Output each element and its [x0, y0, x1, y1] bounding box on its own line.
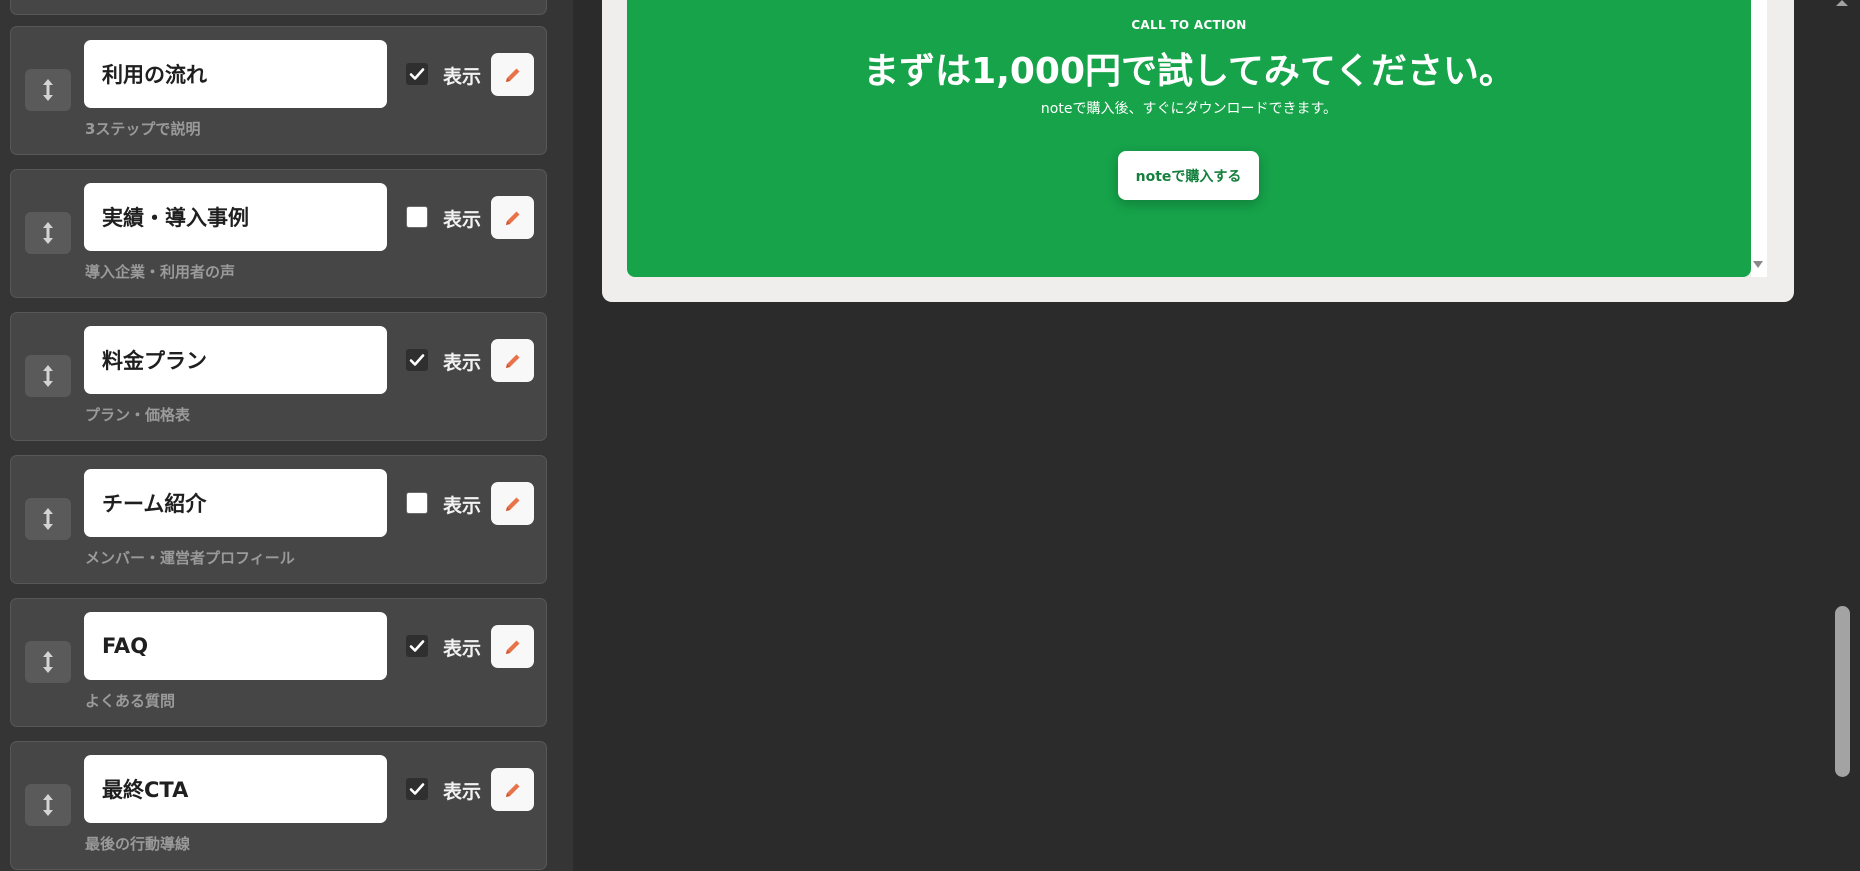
visibility-checkbox[interactable] [406, 492, 428, 514]
section-description: プラン・価格表 [85, 406, 191, 424]
edit-section-button[interactable] [491, 196, 534, 239]
visibility-checkbox[interactable] [406, 206, 428, 228]
buy-on-note-button[interactable]: noteで購入する [1118, 151, 1259, 200]
section-card: 導入企業・利用者の声 表示 [10, 169, 547, 298]
visibility-label: 表示 [443, 638, 482, 660]
edit-section-button[interactable] [491, 339, 534, 382]
section-card: よくある質問 表示 [10, 598, 547, 727]
pencil-icon [505, 354, 519, 368]
visibility-label: 表示 [443, 352, 482, 374]
section-name-input[interactable] [84, 612, 387, 680]
checkmark-icon [409, 68, 425, 80]
section-description: メンバー・運営者プロフィール [85, 549, 295, 567]
section-description: 3ステップで説明 [85, 120, 201, 138]
visibility-checkbox[interactable] [406, 349, 428, 371]
checkmark-icon [409, 354, 425, 366]
drag-handle-icon[interactable] [25, 355, 71, 397]
pencil-icon [505, 68, 519, 82]
checkmark-icon [409, 783, 425, 795]
section-name-input[interactable] [84, 183, 387, 251]
cta-section-preview: CALL TO ACTION まずは1,000円で試してみてください。 note… [627, 0, 1751, 277]
cta-subtext: noteで購入後、すぐにダウンロードできます。 [1040, 101, 1338, 117]
section-card-previous [10, 0, 547, 15]
drag-handle-icon[interactable] [25, 69, 71, 111]
edit-section-button[interactable] [491, 625, 534, 668]
section-card: メンバー・運営者プロフィール 表示 [10, 455, 547, 584]
visibility-checkbox[interactable] [406, 635, 428, 657]
drag-handle-icon[interactable] [25, 212, 71, 254]
cta-eyebrow: CALL TO ACTION [1131, 18, 1247, 32]
pencil-icon [505, 640, 519, 654]
section-name-input[interactable] [84, 755, 387, 823]
edit-section-button[interactable] [491, 768, 534, 811]
pencil-icon [505, 211, 519, 225]
section-card: 最後の行動導線 表示 [10, 741, 547, 870]
section-card: 3ステップで説明 表示 [10, 26, 547, 155]
visibility-label: 表示 [443, 66, 482, 88]
section-sidebar: 3ステップで説明 表示 導入企業・利用者の声 表示 プラン・価格表 表示 [0, 0, 573, 871]
section-name-input[interactable] [84, 326, 387, 394]
visibility-checkbox[interactable] [406, 63, 428, 85]
visibility-label: 表示 [443, 781, 482, 803]
scroll-up-arrow-icon[interactable] [1836, 0, 1848, 6]
window-scroll-thumb[interactable] [1835, 606, 1850, 777]
preview-scrollbar[interactable] [1751, 0, 1767, 277]
pencil-icon [505, 783, 519, 797]
section-description: よくある質問 [85, 692, 176, 710]
edit-section-button[interactable] [491, 482, 534, 525]
section-description: 導入企業・利用者の声 [85, 263, 236, 281]
scroll-down-arrow-icon[interactable] [1753, 261, 1763, 268]
visibility-label: 表示 [443, 495, 482, 517]
drag-handle-icon[interactable] [25, 784, 71, 826]
section-card: プラン・価格表 表示 [10, 312, 547, 441]
drag-handle-icon[interactable] [25, 498, 71, 540]
edit-section-button[interactable] [491, 53, 534, 96]
section-name-input[interactable] [84, 469, 387, 537]
checkmark-icon [409, 640, 425, 652]
visibility-label: 表示 [443, 209, 482, 231]
section-description: 最後の行動導線 [85, 835, 191, 853]
visibility-checkbox[interactable] [406, 778, 428, 800]
section-name-input[interactable] [84, 40, 387, 108]
drag-handle-icon[interactable] [25, 641, 71, 683]
pencil-icon [505, 497, 519, 511]
cta-heading: まずは1,000円で試してみてください。 [863, 51, 1515, 92]
